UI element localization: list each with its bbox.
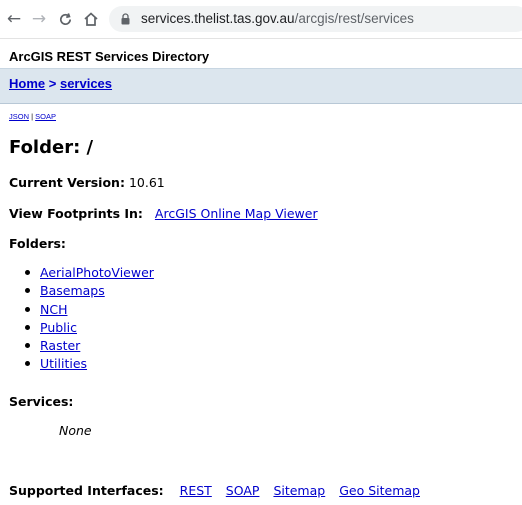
bullet-icon [25, 270, 30, 275]
list-item: Raster [25, 337, 154, 355]
list-item: Basemaps [25, 282, 154, 300]
bullet-icon [25, 288, 30, 294]
bullet-icon [25, 361, 30, 367]
url-path: /arcgis/rest/services [294, 11, 414, 26]
folder-list: AerialPhotoViewer Basemaps NCH Public Ra… [25, 264, 154, 374]
folder-link-nch[interactable]: NCH [40, 302, 67, 317]
current-version: Current Version: 10.61 [9, 175, 165, 190]
supported-interfaces-label: Supported Interfaces: [9, 483, 164, 498]
back-arrow-icon[interactable]: ← [4, 9, 24, 29]
list-item: AerialPhotoViewer [25, 264, 154, 282]
breadcrumb-home-link[interactable]: Home [9, 76, 45, 91]
reload-glyph [59, 12, 71, 25]
bullet-icon [25, 343, 30, 349]
browser-toolbar: ← → services.thelist.tas.gov.au/arcgis/r… [0, 0, 522, 39]
services-none: None [59, 423, 92, 438]
home-glyph [84, 12, 98, 26]
url-host: services.thelist.tas.gov.au [141, 11, 295, 26]
current-version-label: Current Version: [9, 175, 125, 190]
url-text[interactable]: services.thelist.tas.gov.au/arcgis/rest/… [141, 6, 414, 32]
reload-icon[interactable] [55, 9, 75, 29]
bullet-icon [25, 324, 30, 330]
services-label-text: Services: [9, 394, 74, 409]
supported-interfaces: Supported Interfaces: REST SOAP Sitemap … [9, 483, 420, 498]
view-footprints: View Footprints In: ArcGIS Online Map Vi… [9, 206, 318, 221]
folder-link-public[interactable]: Public [40, 320, 77, 335]
folder-link-raster[interactable]: Raster [40, 338, 80, 353]
list-item: NCH [25, 301, 154, 319]
soap-link[interactable]: SOAP [35, 112, 56, 121]
folders-label-text: Folders: [9, 236, 66, 251]
directory-title: ArcGIS REST Services Directory [9, 49, 210, 64]
list-item: Public [25, 319, 154, 337]
bullet-icon [25, 306, 30, 312]
sitemap-link[interactable]: Sitemap [273, 483, 325, 498]
address-bar[interactable]: services.thelist.tas.gov.au/arcgis/rest/… [109, 6, 522, 32]
folder-link-aerialphotoviewer[interactable]: AerialPhotoViewer [40, 265, 154, 280]
directory-title-bar: ArcGIS REST Services Directory [0, 45, 522, 67]
breadcrumb-separator: > [48, 76, 57, 91]
geo-sitemap-link[interactable]: Geo Sitemap [339, 483, 420, 498]
rest-link[interactable]: REST [180, 483, 212, 498]
folders-label: Folders: [9, 236, 66, 251]
home-icon[interactable] [81, 9, 101, 29]
soap-interface-link[interactable]: SOAP [226, 483, 260, 498]
list-item: Utilities [25, 355, 154, 373]
forward-arrow-icon[interactable]: → [29, 9, 49, 29]
folder-link-basemaps[interactable]: Basemaps [40, 283, 105, 298]
lock-icon [121, 13, 130, 25]
view-footprints-label: View Footprints In: [9, 206, 143, 221]
breadcrumb-services-link[interactable]: services [60, 76, 112, 91]
breadcrumb: Home > services [9, 76, 112, 91]
arcgis-online-map-viewer-link[interactable]: ArcGIS Online Map Viewer [155, 206, 318, 221]
format-separator: | [31, 112, 34, 121]
breadcrumb-bar: Home > services [0, 68, 522, 104]
json-link[interactable]: JSON [9, 112, 29, 121]
format-links: JSON | SOAP [9, 112, 56, 121]
current-version-value: 10.61 [128, 175, 165, 190]
page-title: Folder: / [9, 137, 94, 158]
services-label: Services: [9, 394, 73, 409]
folder-link-utilities[interactable]: Utilities [40, 356, 87, 371]
